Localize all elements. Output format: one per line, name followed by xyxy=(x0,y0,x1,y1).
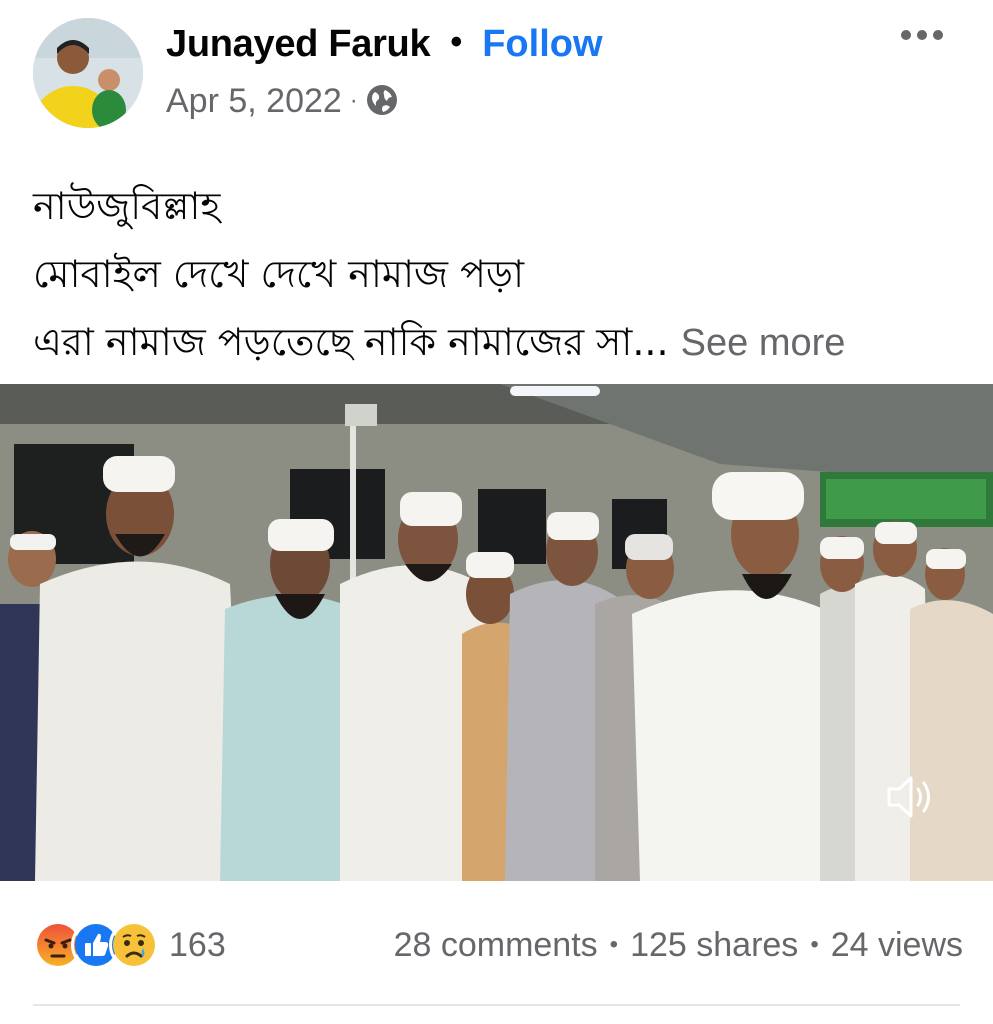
globe-icon xyxy=(366,84,400,118)
post-text: নাউজুবিল্লাহ মোবাইল দেখে দেখে নামাজ পড়া… xyxy=(33,172,963,377)
follow-button[interactable]: Follow xyxy=(482,23,602,66)
post-text-line: মোবাইল দেখে দেখে নামাজ পড়া xyxy=(33,252,525,296)
avatar[interactable] xyxy=(33,18,143,128)
post-date[interactable]: Apr 5, 2022 xyxy=(166,82,342,121)
post-text-line: এরা নামাজ পড়তেছে নাকি নামাজের সা... See… xyxy=(33,308,963,377)
views-count: 24 views xyxy=(830,925,963,964)
more-options-icon[interactable] xyxy=(901,30,943,40)
comments-count[interactable]: 28 comments xyxy=(394,926,598,965)
name-separator: • xyxy=(450,22,463,61)
divider xyxy=(33,1004,960,1006)
volume-icon[interactable] xyxy=(881,769,937,825)
author-row: Junayed Faruk • Follow xyxy=(166,20,603,68)
stats-separator: • xyxy=(810,931,819,958)
post-header: Junayed Faruk • Follow Apr 5, 2022 · xyxy=(0,0,993,150)
more-dot xyxy=(917,30,927,40)
post-text-line: নাউজুবিল্লাহ xyxy=(33,184,221,228)
shares-count[interactable]: 125 shares xyxy=(630,926,798,965)
post-text-truncated: এরা নামাজ পড়তেছে নাকি নামাজের সা... xyxy=(33,320,669,364)
video-player[interactable] xyxy=(0,384,993,881)
more-dot xyxy=(933,30,943,40)
sad-icon xyxy=(109,920,159,970)
video-frame xyxy=(0,384,993,881)
avatar-photo xyxy=(33,18,143,128)
author-name[interactable]: Junayed Faruk xyxy=(166,23,431,66)
more-dot xyxy=(901,30,911,40)
reactions-summary[interactable]: 163 xyxy=(33,920,226,970)
stats-separator: • xyxy=(609,931,619,958)
post-stats: 163 28 comments • 125 shares • 24 views xyxy=(33,915,963,975)
engagement-counts: 28 comments • 125 shares • 24 views xyxy=(394,926,963,965)
reaction-count: 163 xyxy=(169,925,226,964)
meta-separator: · xyxy=(349,87,358,114)
see-more-link[interactable]: See more xyxy=(681,322,846,364)
post-meta: Apr 5, 2022 · xyxy=(166,80,400,122)
